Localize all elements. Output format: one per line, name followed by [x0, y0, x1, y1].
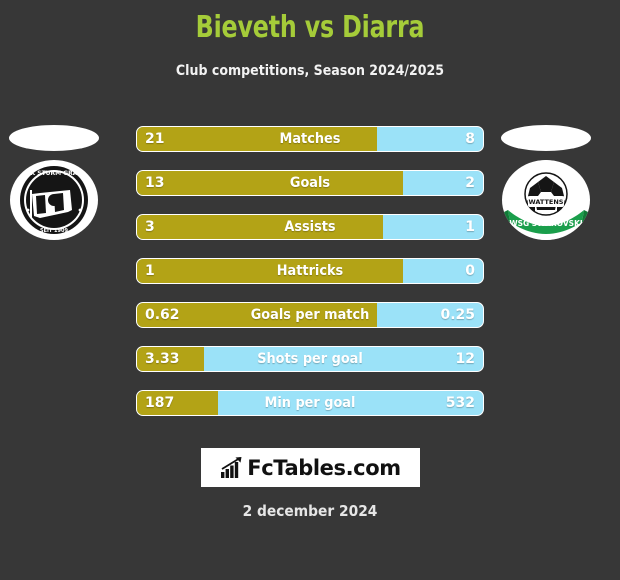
bar-chart-growth-icon — [221, 456, 242, 478]
table-row: 13 Goals 2 — [136, 170, 484, 196]
footer-date: 2 december 2024 — [242, 502, 378, 520]
stat-label: Goals — [289, 175, 331, 191]
stat-label: Shots per goal — [257, 351, 363, 367]
away-value: 532 — [445, 395, 475, 411]
stat-label: Assists — [284, 219, 336, 235]
stats-comparison-list: 21 Matches 8 13 Goals 2 3 Assists 1 1 Ha… — [136, 126, 484, 434]
home-badge-highlight-ellipse — [9, 125, 99, 151]
stat-label: Hattricks — [276, 263, 344, 279]
stat-label: Min per goal — [264, 395, 356, 411]
svg-text:WSG SWAROVSKI: WSG SWAROVSKI — [509, 219, 583, 228]
home-team-badge: SK STURM GRAZ SEIT 1909 — [8, 120, 100, 240]
table-row: 0.62 Goals per match 0.25 — [136, 302, 484, 328]
table-row: 1 Hattricks 0 — [136, 258, 484, 284]
svg-text:SEIT 1909: SEIT 1909 — [40, 228, 68, 234]
away-value: 1 — [465, 219, 475, 235]
sk-sturm-graz-crest-icon: SK STURM GRAZ SEIT 1909 — [10, 160, 98, 240]
wsg-swarovski-wattens-crest-icon: WATTENS WSG SWAROVSKI — [502, 160, 590, 240]
away-badge-highlight-ellipse — [501, 125, 591, 151]
page-title: Bieveth vs Diarra — [195, 10, 425, 45]
fctables-brand-logo[interactable]: FcTables.com — [201, 448, 420, 487]
svg-text:SK STURM GRAZ: SK STURM GRAZ — [26, 170, 82, 177]
brand-name: FcTables.com — [247, 455, 401, 480]
away-value: 0 — [465, 263, 475, 279]
away-value: 2 — [465, 175, 475, 191]
page-subtitle: Club competitions, Season 2024/2025 — [175, 63, 445, 79]
table-row: 3.33 Shots per goal 12 — [136, 346, 484, 372]
table-row: 3 Assists 1 — [136, 214, 484, 240]
table-row: 21 Matches 8 — [136, 126, 484, 152]
stat-label: Goals per match — [250, 307, 370, 323]
away-value: 0.25 — [440, 307, 475, 323]
away-team-badge: WATTENS WSG SWAROVSKI — [500, 120, 592, 240]
table-row: 187 Min per goal 532 — [136, 390, 484, 416]
svg-text:WATTENS: WATTENS — [529, 198, 564, 206]
away-value: 12 — [455, 351, 475, 367]
stat-label: Matches — [279, 131, 341, 147]
away-value: 8 — [465, 131, 475, 147]
